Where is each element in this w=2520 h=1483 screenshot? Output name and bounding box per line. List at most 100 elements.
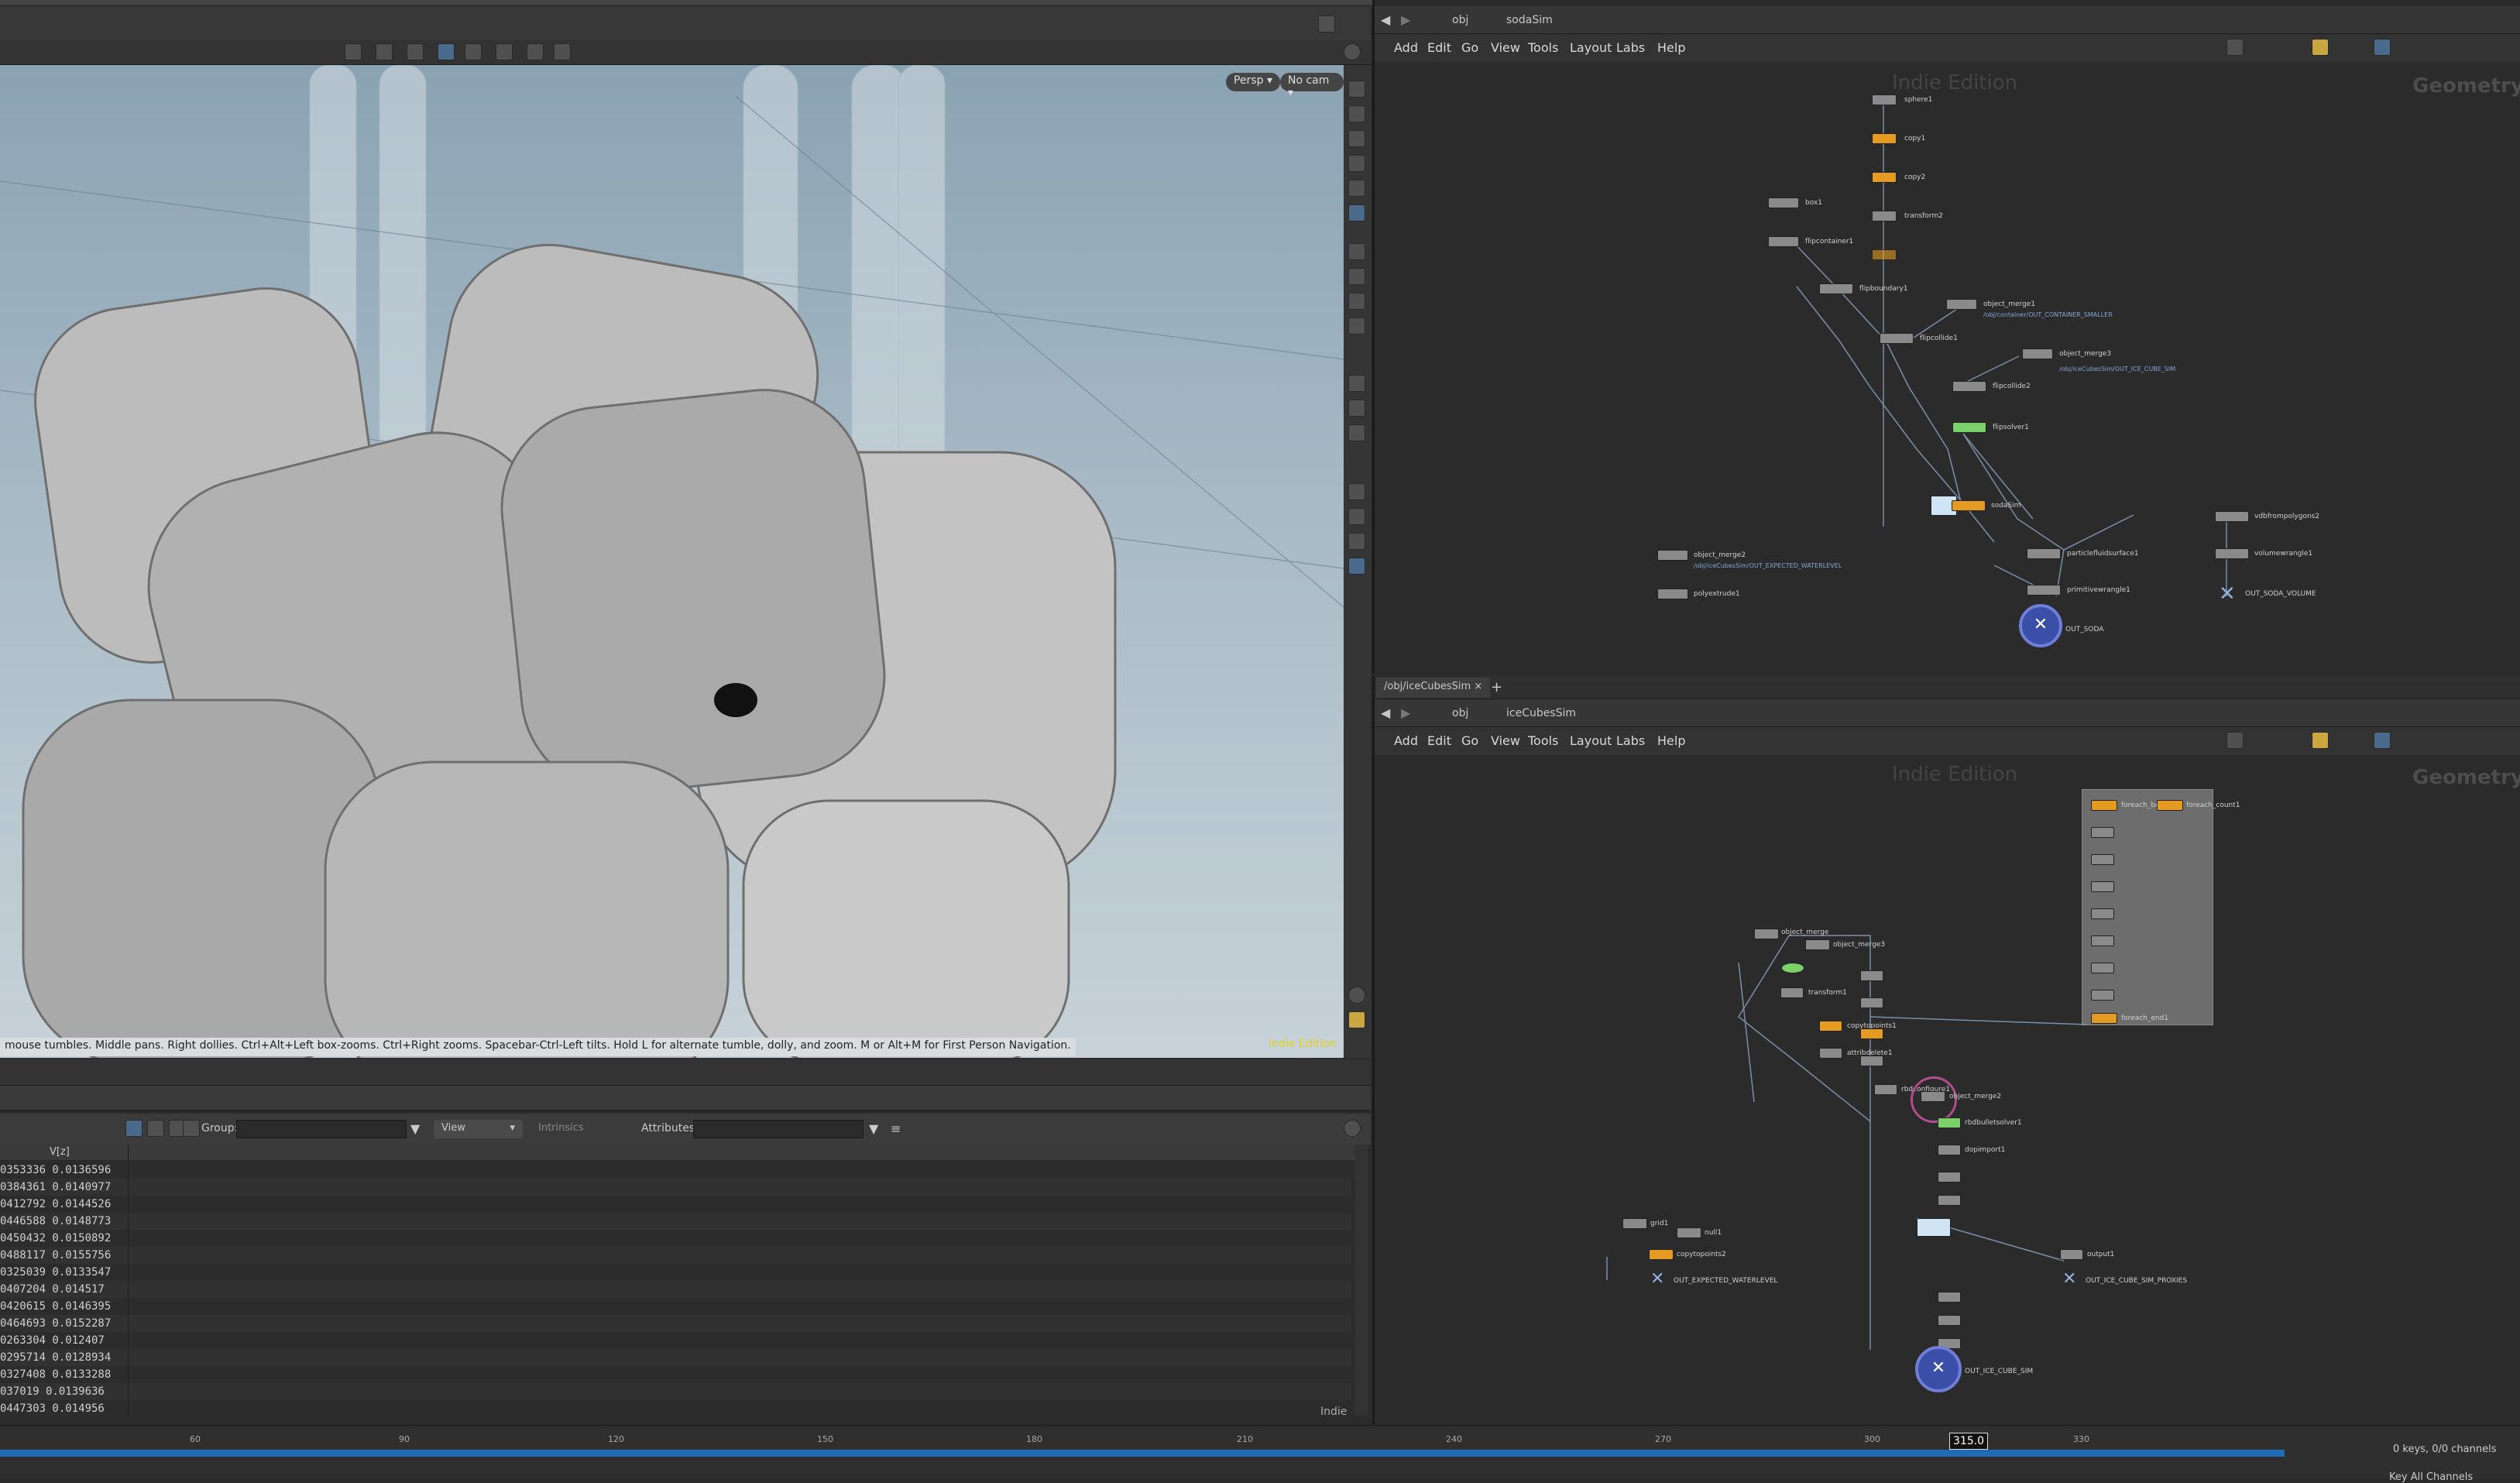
out-expected-waterlevel-icon[interactable]: ✕ bbox=[1650, 1269, 1664, 1289]
columns-icon[interactable]: ≡ bbox=[891, 1121, 901, 1136]
camera-icon[interactable] bbox=[465, 43, 482, 60]
out-soda-volume-icon[interactable]: ✕ bbox=[2219, 582, 2236, 606]
node-object-merge2[interactable] bbox=[1657, 550, 1688, 561]
node-sphere1[interactable] bbox=[1872, 94, 1897, 105]
primitive-numbers-icon[interactable] bbox=[1348, 318, 1365, 335]
node-rbdbulletsolver1[interactable] bbox=[1938, 1117, 1961, 1128]
node-vdbfrompolygons2[interactable] bbox=[2215, 511, 2249, 522]
persp-menu[interactable]: Persp ▾ bbox=[1226, 73, 1280, 91]
node-copytopoints1[interactable] bbox=[1819, 1021, 1842, 1032]
node-rbd-right-3[interactable] bbox=[1860, 1028, 1883, 1039]
node-filecache[interactable] bbox=[1917, 1218, 1951, 1237]
out-ice-cube-sim-proxies-icon[interactable]: ✕ bbox=[2062, 1269, 2076, 1289]
node-dopimport1[interactable] bbox=[1938, 1145, 1961, 1155]
select-tool-icon[interactable] bbox=[1348, 81, 1365, 98]
node-volumewrangle1[interactable] bbox=[2215, 548, 2249, 559]
attributes-field[interactable] bbox=[693, 1120, 863, 1138]
edge-icon[interactable] bbox=[1348, 400, 1365, 417]
node-transform2[interactable] bbox=[1872, 211, 1897, 221]
node-lower-2[interactable] bbox=[1938, 1315, 1961, 1326]
table-row[interactable]: 0447303 0.014956 bbox=[0, 1400, 1351, 1416]
node-bypassed[interactable] bbox=[1872, 249, 1897, 260]
shading-icon[interactable] bbox=[1348, 204, 1365, 221]
vertex-icon[interactable] bbox=[1348, 375, 1365, 392]
node-rbd-right-2[interactable] bbox=[1860, 997, 1883, 1008]
node-flipsolver1[interactable] bbox=[1952, 422, 1986, 433]
table-row[interactable]: 0295714 0.0128934 bbox=[0, 1349, 1351, 1366]
table-row[interactable]: 0384361 0.0140977 bbox=[0, 1179, 1351, 1196]
current-frame-marker[interactable]: 315.0 bbox=[1949, 1433, 1989, 1450]
spreadsheet-scrollbar[interactable] bbox=[1355, 1145, 1368, 1416]
node-transform1[interactable] bbox=[1780, 987, 1804, 998]
node-mid-1[interactable] bbox=[1938, 1172, 1961, 1183]
network-bottom-panel[interactable]: /obj/iceCubesSim × + ◀ ▶ obj iceCubesSim… bbox=[1372, 676, 2520, 1424]
node-flipcollide1[interactable] bbox=[1880, 333, 1914, 344]
key-all-channels-button[interactable]: Key All Channels bbox=[2389, 1471, 2473, 1483]
node-mid-2[interactable] bbox=[1938, 1195, 1961, 1206]
node-box1[interactable] bbox=[1768, 197, 1799, 208]
normals-icon[interactable] bbox=[1348, 293, 1365, 310]
background-icon[interactable] bbox=[1348, 558, 1365, 575]
viewport-help-icon[interactable] bbox=[1344, 43, 1361, 60]
display-icon[interactable] bbox=[438, 43, 455, 60]
out-ice-cube-sim-node[interactable]: ✕ bbox=[1915, 1346, 1962, 1392]
table-row[interactable]: 037019 0.0139636 bbox=[0, 1383, 1351, 1400]
node-rbd-right-4[interactable] bbox=[1860, 1056, 1883, 1066]
table-row[interactable]: 0420615 0.0146395 bbox=[0, 1298, 1351, 1315]
table-row[interactable]: 0325039 0.0133547 bbox=[0, 1264, 1351, 1281]
snap-icon[interactable] bbox=[345, 43, 362, 60]
node-primitivewrangle1[interactable] bbox=[2027, 585, 2061, 596]
view-dropdown[interactable]: View ▾ bbox=[434, 1120, 523, 1138]
table-row[interactable]: 0263304 0.012407 bbox=[0, 1332, 1351, 1349]
group-field[interactable] bbox=[236, 1120, 407, 1138]
node-copy1[interactable] bbox=[1872, 133, 1897, 144]
construction-plane-icon[interactable] bbox=[1348, 533, 1365, 550]
node-switch[interactable] bbox=[1781, 963, 1804, 973]
node-object-merge2[interactable] bbox=[1921, 1091, 1945, 1102]
viewport-3d[interactable]: Persp ▾ No cam ▾ mouse tumbles. Middle p… bbox=[0, 65, 1344, 1058]
node-rbdconfigure1[interactable] bbox=[1874, 1084, 1897, 1095]
info-icon[interactable] bbox=[1348, 987, 1365, 1004]
node-copytopoints2[interactable] bbox=[1649, 1249, 1674, 1260]
node-grid1[interactable] bbox=[1622, 1218, 1647, 1229]
table-row[interactable]: 0450432 0.0150892 bbox=[0, 1230, 1351, 1247]
lock-icon[interactable] bbox=[496, 43, 513, 60]
node-sodasim[interactable] bbox=[1952, 500, 1986, 511]
layout-icon[interactable] bbox=[1348, 1011, 1365, 1028]
node-object-merge3[interactable] bbox=[2022, 348, 2053, 359]
node-particlefluidsurface1[interactable] bbox=[2027, 548, 2061, 559]
table-row[interactable]: 0353336 0.0136596 bbox=[0, 1162, 1351, 1179]
table-row[interactable]: 0488117 0.0155756 bbox=[0, 1247, 1351, 1264]
node-output1[interactable] bbox=[2060, 1249, 2083, 1260]
grid-icon[interactable] bbox=[1348, 508, 1365, 525]
handle-icon[interactable] bbox=[376, 43, 393, 60]
node-object-merge3[interactable] bbox=[1805, 939, 1830, 950]
points-type-icon[interactable] bbox=[147, 1120, 164, 1137]
points-icon[interactable] bbox=[1348, 268, 1365, 285]
display-options-icon[interactable] bbox=[1348, 105, 1365, 122]
network-top-panel[interactable]: ◀ ▶ obj sodaSim Add Edit Go View Tools L… bbox=[1372, 0, 2520, 674]
timeline-range-bar[interactable] bbox=[0, 1450, 2285, 1457]
vertices-type-icon[interactable] bbox=[183, 1120, 200, 1137]
node-null1[interactable] bbox=[1677, 1227, 1701, 1238]
node-object-merge1[interactable] bbox=[1946, 299, 1977, 310]
table-row[interactable]: 0412792 0.0144526 bbox=[0, 1196, 1351, 1213]
node-flipcontainer1[interactable] bbox=[1768, 236, 1799, 247]
timeline[interactable] bbox=[0, 1425, 2520, 1478]
spreadsheet-help-icon[interactable] bbox=[1344, 1120, 1361, 1137]
light-icon[interactable] bbox=[1348, 180, 1365, 197]
node-rbd-right-1[interactable] bbox=[1860, 970, 1883, 981]
filter-icon[interactable]: ▼ bbox=[410, 1121, 420, 1136]
table-row[interactable]: 0327408 0.0133288 bbox=[0, 1366, 1351, 1383]
node-copy2[interactable] bbox=[1872, 172, 1897, 183]
snapping-icon[interactable] bbox=[1348, 483, 1365, 500]
intrinsics-toggle[interactable]: Intrinsics bbox=[538, 1122, 584, 1134]
node-flipboundary1[interactable] bbox=[1819, 283, 1853, 294]
render-icon[interactable] bbox=[527, 43, 544, 60]
node-lower-1[interactable] bbox=[1938, 1292, 1961, 1303]
transform-icon[interactable] bbox=[407, 43, 424, 60]
attributes-filter-icon[interactable]: ▼ bbox=[869, 1121, 878, 1136]
lock-view-icon[interactable] bbox=[1348, 130, 1365, 147]
node-attribdelete1[interactable] bbox=[1819, 1048, 1842, 1059]
flipbook-icon[interactable] bbox=[554, 43, 571, 60]
